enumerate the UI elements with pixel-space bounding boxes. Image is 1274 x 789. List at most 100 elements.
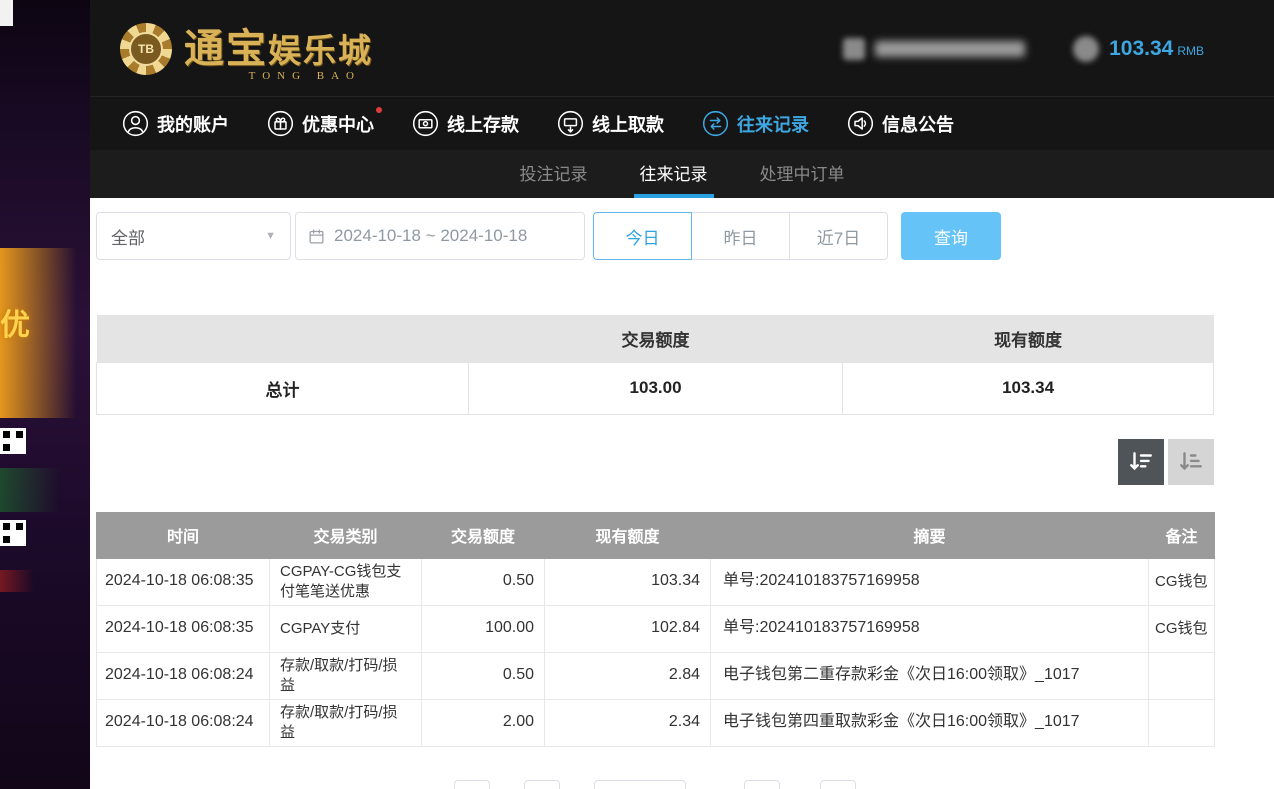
query-button[interactable]: 查询 — [901, 212, 1001, 260]
cell-note: CG钱包 — [1149, 605, 1215, 652]
user-icon — [122, 110, 149, 137]
cell-balance: 2.84 — [545, 652, 711, 699]
nav-item-promotions[interactable]: 优惠中心 — [267, 110, 374, 137]
logo-text: 通宝娱乐城 TONG BAO — [184, 16, 373, 82]
tab-betting-records[interactable]: 投注记录 — [514, 150, 594, 198]
background-window-fragment — [0, 0, 13, 26]
date-range-value: 2024-10-18 ~ 2024-10-18 — [334, 226, 527, 246]
cell-balance: 2.34 — [545, 699, 711, 746]
record-tabs: 投注记录 往来记录 处理中订单 — [90, 150, 1274, 198]
site-header: TB 通宝娱乐城 TONG BAO 103.34RMB — [90, 0, 1274, 96]
cell-type: 存款/取款/打码/损益 — [270, 652, 422, 699]
nav-item-announcements[interactable]: 信息公告 — [847, 110, 954, 137]
background-graphic — [0, 570, 34, 592]
cell-note: CG钱包 — [1149, 558, 1215, 605]
pagination-page-select[interactable] — [594, 780, 686, 789]
sort-descending-button[interactable] — [1118, 439, 1164, 485]
announcement-icon — [847, 110, 874, 137]
table-row: 2024-10-18 06:08:35 CGPAY支付 100.00 102.8… — [97, 605, 1215, 652]
gift-icon — [267, 110, 294, 137]
user-avatar — [843, 38, 865, 60]
tab-processing-orders[interactable]: 处理中订单 — [754, 150, 851, 198]
cell-note — [1149, 699, 1215, 746]
records-table: 时间 交易类别 交易额度 现有额度 摘要 备注 2024-10-18 06:08… — [96, 512, 1215, 747]
cell-type: CGPAY支付 — [270, 605, 422, 652]
cell-balance: 103.34 — [545, 558, 711, 605]
table-row: 2024-10-18 06:08:24 存款/取款/打码/损益 0.50 2.8… — [97, 652, 1215, 699]
nav-item-my-account[interactable]: 我的账户 — [122, 110, 229, 137]
pagination-first-button[interactable] — [454, 780, 490, 789]
pagination-next-button[interactable] — [744, 780, 780, 789]
cell-summary: 电子钱包第四重取款彩金《次日16:00领取》_1017 — [711, 699, 1149, 746]
col-time: 时间 — [97, 512, 270, 558]
background-qr-code — [0, 428, 26, 454]
quick-yesterday-button[interactable]: 昨日 — [691, 212, 790, 260]
records-header-row: 时间 交易类别 交易额度 现有额度 摘要 备注 — [97, 512, 1215, 558]
cell-amount: 0.50 — [422, 558, 545, 605]
nav-item-online-withdrawal[interactable]: 线上取款 — [557, 110, 664, 137]
table-row: 2024-10-18 06:08:24 存款/取款/打码/损益 2.00 2.3… — [97, 699, 1215, 746]
account-area: 103.34RMB — [843, 36, 1204, 62]
background-graphic — [0, 468, 60, 512]
cell-type: 存款/取款/打码/损益 — [270, 699, 422, 746]
cell-time: 2024-10-18 06:08:35 — [97, 558, 270, 605]
balance-currency: RMB — [1177, 44, 1204, 58]
date-range-input[interactable]: 2024-10-18 ~ 2024-10-18 — [295, 212, 585, 260]
deposit-icon — [412, 110, 439, 137]
summary-total-label: 总计 — [97, 362, 469, 414]
chip-label: TB — [129, 32, 163, 66]
sort-desc-icon — [1128, 449, 1154, 475]
summary-header-empty — [97, 315, 469, 362]
chevron-down-icon: ▼ — [265, 230, 276, 242]
pagination — [96, 780, 1214, 789]
col-note: 备注 — [1149, 512, 1215, 558]
screen: 优 TB 通宝娱乐城 TONG BAO — [0, 0, 1274, 789]
summary-total-transaction: 103.00 — [468, 362, 842, 414]
filter-row: 全部 ▼ 2024-10-18 ~ 2024-10-18 今日 昨日 近7日 查… — [96, 212, 1214, 260]
cell-summary: 单号:202410183757169958 — [711, 605, 1149, 652]
cell-balance: 102.84 — [545, 605, 711, 652]
main-nav: 我的账户 优惠中心 线上存款 线上取款 往来记录 信息公告 — [90, 96, 1274, 150]
username-redacted — [875, 41, 1025, 57]
cell-time: 2024-10-18 06:08:24 — [97, 652, 270, 699]
background-qr-code — [0, 520, 26, 546]
cell-summary: 单号:202410183757169958 — [711, 558, 1149, 605]
col-summary: 摘要 — [711, 512, 1149, 558]
withdraw-icon — [557, 110, 584, 137]
quick-date-group: 今日 昨日 近7日 — [593, 212, 888, 260]
tab-transaction-records[interactable]: 往来记录 — [634, 150, 714, 198]
cell-summary: 电子钱包第二重存款彩金《次日16:00领取》_1017 — [711, 652, 1149, 699]
summary-header-row: 交易额度 现有额度 — [97, 315, 1214, 362]
cell-time: 2024-10-18 06:08:35 — [97, 605, 270, 652]
summary-total-balance: 103.34 — [843, 362, 1214, 414]
pagination-prev-button[interactable] — [524, 780, 560, 789]
summary-table: 交易额度 现有额度 总计 103.00 103.34 — [96, 315, 1214, 415]
balance-amount: 103.34RMB — [1109, 37, 1204, 61]
background-banner-text: 优 — [0, 300, 30, 344]
logo-name-sub: 娱乐城 — [268, 34, 373, 70]
logo-name-main: 通宝 — [184, 26, 268, 71]
col-balance: 现有额度 — [545, 512, 711, 558]
coin-icon — [1073, 36, 1099, 62]
col-type: 交易类别 — [270, 512, 422, 558]
cell-time: 2024-10-18 06:08:24 — [97, 699, 270, 746]
cell-amount: 2.00 — [422, 699, 545, 746]
calendar-icon — [308, 228, 325, 245]
quick-last7days-button[interactable]: 近7日 — [789, 212, 888, 260]
nav-item-online-deposit[interactable]: 线上存款 — [412, 110, 519, 137]
summary-total-row: 总计 103.00 103.34 — [97, 362, 1214, 414]
quick-today-button[interactable]: 今日 — [593, 212, 692, 260]
site-logo[interactable]: TB 通宝娱乐城 TONG BAO — [120, 16, 373, 82]
sort-controls — [96, 439, 1214, 485]
table-row: 2024-10-18 06:08:35 CGPAY-CG钱包支付笔笔送优惠 0.… — [97, 558, 1215, 605]
pagination-last-button[interactable] — [820, 780, 856, 789]
col-amount: 交易额度 — [422, 512, 545, 558]
nav-item-transaction-records[interactable]: 往来记录 — [702, 110, 809, 137]
desktop-background: 优 — [0, 0, 90, 789]
cell-note — [1149, 652, 1215, 699]
cell-amount: 100.00 — [422, 605, 545, 652]
cell-amount: 0.50 — [422, 652, 545, 699]
sort-asc-icon — [1178, 449, 1204, 475]
type-select[interactable]: 全部 ▼ — [96, 212, 291, 260]
sort-ascending-button[interactable] — [1168, 439, 1214, 485]
